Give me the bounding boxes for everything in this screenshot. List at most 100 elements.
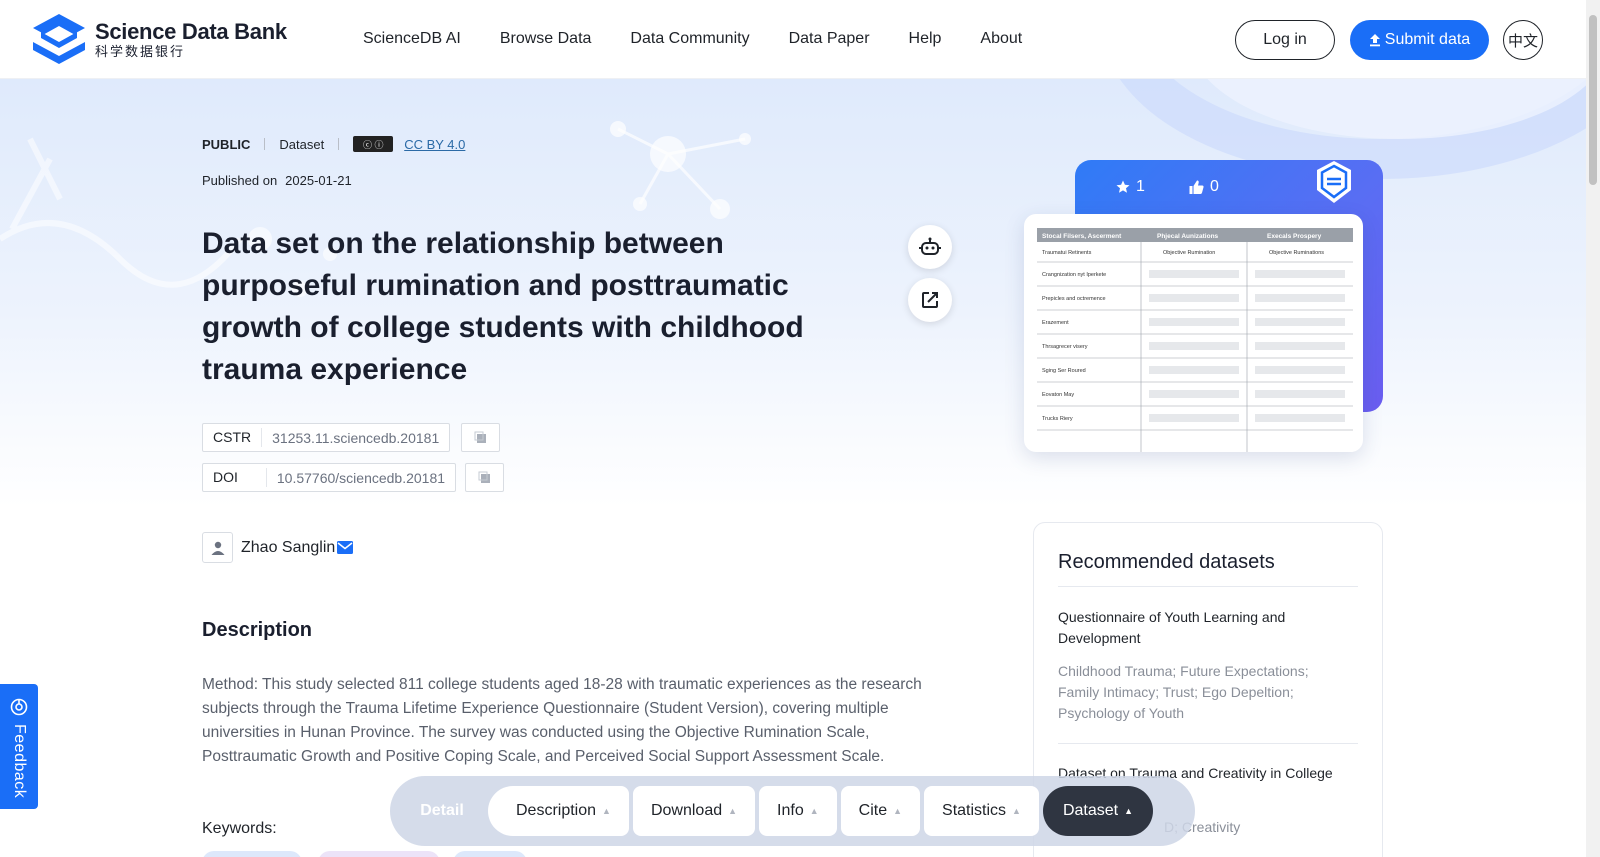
copy-icon: [478, 471, 490, 483]
cstr-value: 31253.11.sciencedb.20181: [272, 429, 440, 446]
nav-data-paper[interactable]: Data Paper: [789, 30, 870, 48]
tab-dataset-label: Dataset: [1062, 802, 1119, 819]
tab-cite[interactable]: Cite ▲: [840, 786, 921, 836]
tab-info-label: Info: [777, 802, 804, 819]
cstr-label: CSTR: [203, 428, 263, 447]
preview-header-3: Execals Prospery: [1267, 233, 1322, 240]
description-text: Method: This study selected 811 college …: [202, 676, 922, 765]
chevron-up-icon: ▲: [809, 806, 819, 816]
nav-data-community[interactable]: Data Community: [630, 30, 749, 48]
divider: [264, 138, 266, 150]
thumbs-up-icon: [1189, 180, 1204, 194]
divider: [1058, 743, 1358, 744]
doi-label: DOI: [203, 468, 267, 487]
certified-badge-icon: [1317, 161, 1351, 203]
tab-info[interactable]: Info ▲: [759, 786, 837, 836]
keyword-chip[interactable]: [202, 851, 302, 857]
upload-icon: [1369, 34, 1380, 47]
preview-sub-left: Traumatui Retinents: [1042, 250, 1092, 256]
preview-row: Thrsagrecer visery: [1042, 344, 1088, 350]
tab-description-label: Description: [516, 802, 597, 819]
page-scrollbar[interactable]: [1586, 0, 1600, 857]
copy-doi-button[interactable]: [465, 463, 504, 492]
dataset-meta: PUBLIC Dataset ⓒ ⓘ CC BY 4.0: [202, 136, 465, 152]
copy-cstr-button[interactable]: [461, 423, 500, 452]
preview-sub-mid: Objective Rumination: [1163, 250, 1215, 256]
star-count-value: 1: [1136, 178, 1145, 195]
data-table-preview-icon: Stocal Filsers, Ascerment Phjecal Auniza…: [1037, 228, 1353, 452]
feedback-label: Feedback: [11, 724, 28, 799]
avatar: [202, 532, 233, 563]
submit-data-button[interactable]: Submit data: [1350, 20, 1489, 60]
nav-sciencedb-ai[interactable]: ScienceDB AI: [363, 30, 461, 48]
recommended-item-keywords: D; Creativity: [1164, 819, 1241, 835]
divider: [1058, 586, 1358, 587]
ai-assistant-button[interactable]: [908, 225, 952, 269]
chevron-up-icon: ▲: [602, 806, 611, 816]
scrollbar-thumb[interactable]: [1589, 15, 1597, 185]
site-logo[interactable]: Science Data Bank 科学数据银行: [31, 12, 287, 68]
share-button[interactable]: [908, 278, 952, 322]
dataset-preview-image[interactable]: Stocal Filsers, Ascerment Phjecal Auniza…: [1024, 214, 1363, 452]
author-name[interactable]: Zhao Sanglin: [241, 539, 335, 557]
share-icon: [922, 292, 938, 308]
preview-row: Crangnization nyt Iperkete: [1042, 272, 1106, 278]
chevron-up-icon: ▲: [893, 806, 903, 816]
preview-sub-right: Objective Ruminations: [1269, 250, 1324, 256]
preview-row: Erazement: [1042, 320, 1069, 326]
like-count[interactable]: 0: [1189, 178, 1219, 196]
feedback-icon: [10, 698, 28, 716]
keyword-chip[interactable]: [453, 851, 527, 857]
recommended-heading: Recommended datasets: [1058, 551, 1275, 573]
logo-subtitle: 科学数据银行: [95, 44, 186, 59]
feedback-button[interactable]: Feedback: [0, 684, 38, 809]
robot-icon: [919, 237, 941, 255]
published-label: Published on: [202, 173, 278, 188]
chevron-up-icon: ▲: [1124, 806, 1134, 816]
language-switch[interactable]: 中文: [1503, 20, 1543, 60]
license-link[interactable]: CC BY 4.0: [404, 137, 465, 152]
published-info: Published on 2025-01-21: [202, 173, 352, 188]
logo-icon: [33, 14, 85, 64]
tab-statistics-label: Statistics: [942, 802, 1007, 819]
dataset-type: Dataset: [279, 136, 325, 152]
cstr-field: CSTR 31253.11.sciencedb.20181: [202, 423, 451, 452]
divider: [338, 138, 340, 150]
user-icon: [211, 541, 224, 555]
star-icon: [1116, 180, 1130, 193]
preview-row: Trucks Riery: [1042, 416, 1073, 422]
preview-row: Sging Ser Roured: [1042, 368, 1086, 374]
keyword-chip[interactable]: [318, 851, 440, 857]
preview-header-1: Stocal Filsers, Ascerment: [1042, 233, 1122, 240]
doi-value: 10.57760/sciencedb.20181: [276, 469, 446, 486]
description-heading: Description: [202, 619, 313, 641]
author[interactable]: Zhao Sanglin: [202, 532, 354, 563]
recommended-item-title[interactable]: Questionnaire of Youth Learning and Deve…: [1058, 607, 1348, 649]
star-count[interactable]: 1: [1116, 178, 1145, 196]
main-nav: ScienceDB AI Browse Data Data Community …: [363, 30, 1022, 48]
submit-data-label: Submit data: [1384, 31, 1471, 48]
nav-about[interactable]: About: [980, 30, 1022, 48]
tab-description[interactable]: Description ▲: [488, 786, 629, 836]
like-count-value: 0: [1210, 178, 1219, 195]
keywords-label: Keywords:: [202, 820, 277, 837]
tab-download[interactable]: Download ▲: [632, 786, 756, 836]
tab-detail[interactable]: Detail: [400, 802, 484, 820]
dataset-title: Data set on the relationship between pur…: [202, 227, 804, 386]
logo-title: Science Data Bank: [95, 19, 287, 44]
section-tab-bar: Detail Description ▲ Download ▲ Info ▲ Cite…: [390, 776, 1195, 846]
visibility-badge: PUBLIC: [202, 136, 251, 152]
nav-help[interactable]: Help: [909, 30, 942, 48]
chevron-up-icon: ▲: [1012, 806, 1021, 816]
tab-download-label: Download: [650, 802, 723, 819]
tab-statistics[interactable]: Statistics ▲: [924, 786, 1039, 836]
login-button[interactable]: Log in: [1235, 20, 1335, 60]
nav-browse-data[interactable]: Browse Data: [500, 30, 592, 48]
recommended-item-keywords: Childhood Trauma; Future Expectations; F…: [1058, 663, 1309, 721]
tab-cite-label: Cite: [858, 802, 888, 819]
copy-icon: [474, 431, 486, 443]
tab-dataset[interactable]: Dataset ▲: [1042, 786, 1154, 836]
preview-row: Prepicles and octremence: [1042, 296, 1106, 302]
site-header: Science Data Bank 科学数据银行 ScienceDB AI Br…: [0, 0, 1586, 79]
mail-icon[interactable]: [337, 541, 354, 554]
